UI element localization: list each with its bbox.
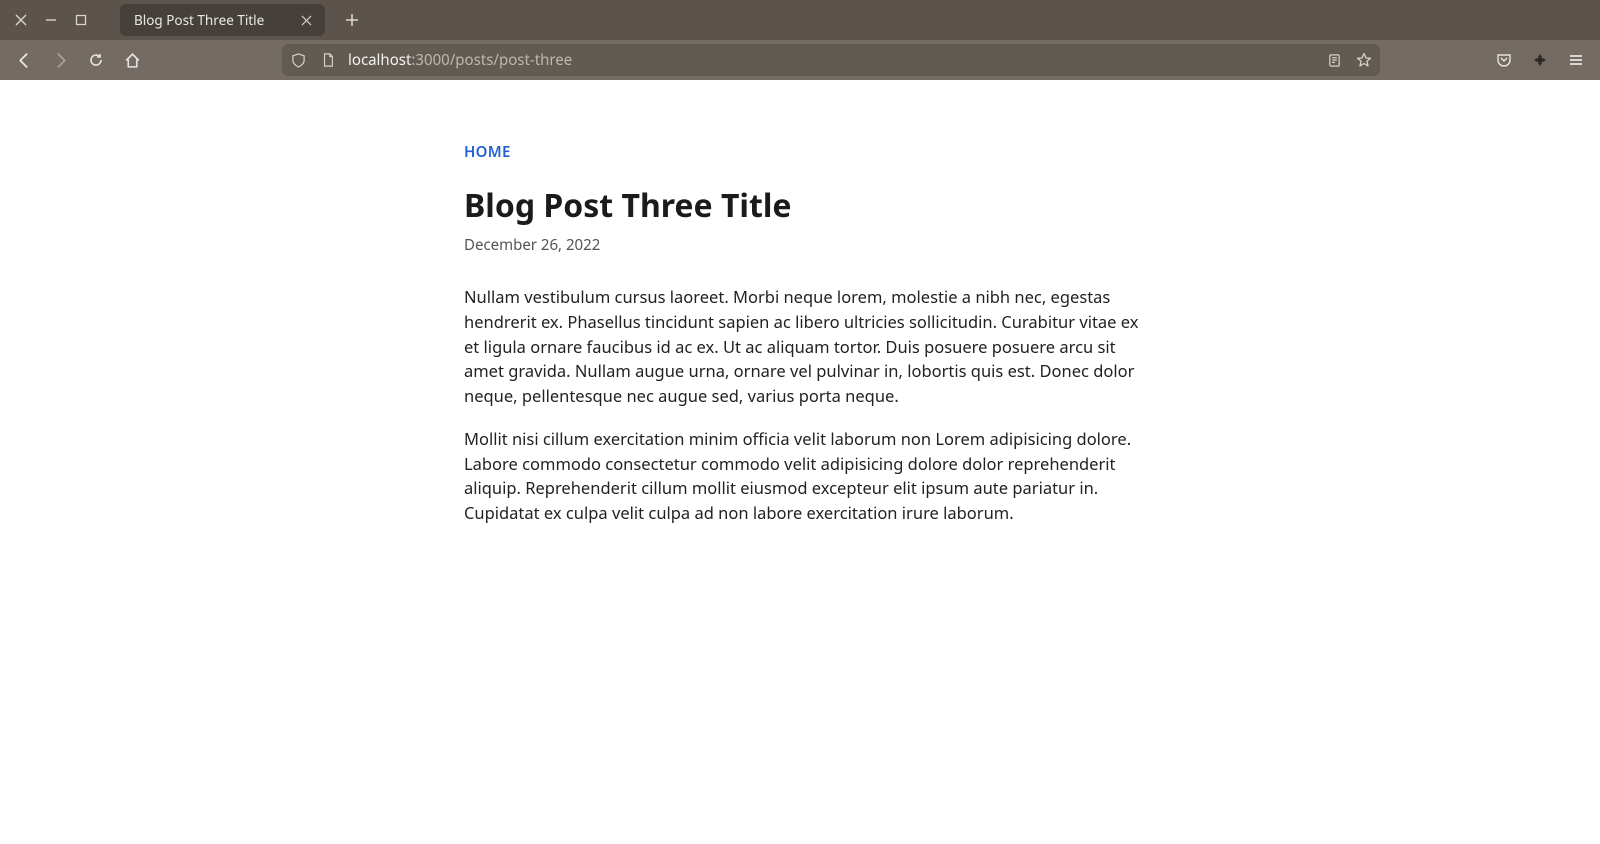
post-paragraph: Mollit nisi cillum exercitation minim of… bbox=[464, 427, 1144, 526]
shield-icon bbox=[288, 53, 308, 68]
url-host: localhost bbox=[348, 50, 411, 70]
toolbar-right-cluster bbox=[1488, 44, 1592, 76]
post-body: Nullam vestibulum cursus laoreet. Morbi … bbox=[464, 285, 1144, 526]
nav-forward-button[interactable] bbox=[44, 44, 76, 76]
app-menu-button[interactable] bbox=[1560, 44, 1592, 76]
bookmark-star-icon[interactable] bbox=[1354, 52, 1374, 68]
browser-toolbar: localhost:3000/posts/post-three bbox=[0, 40, 1600, 80]
url-path: :3000/posts/post-three bbox=[411, 50, 572, 70]
url-text: localhost:3000/posts/post-three bbox=[348, 50, 1314, 70]
url-bar[interactable]: localhost:3000/posts/post-three bbox=[282, 44, 1380, 76]
window-minimize-button[interactable] bbox=[38, 7, 64, 33]
post-paragraph: Nullam vestibulum cursus laoreet. Morbi … bbox=[464, 285, 1144, 409]
window-titlebar: Blog Post Three Title bbox=[0, 0, 1600, 40]
new-tab-button[interactable] bbox=[337, 5, 367, 35]
tab-close-button[interactable] bbox=[297, 11, 315, 29]
extension-icon[interactable] bbox=[1524, 44, 1556, 76]
window-controls bbox=[8, 7, 94, 33]
save-to-pocket-icon[interactable] bbox=[1488, 44, 1520, 76]
blog-post-article: HOME Blog Post Three Title December 26, … bbox=[464, 80, 1144, 526]
reader-mode-icon[interactable] bbox=[1324, 53, 1344, 68]
nav-reload-button[interactable] bbox=[80, 44, 112, 76]
page-viewport[interactable]: HOME Blog Post Three Title December 26, … bbox=[0, 80, 1600, 844]
window-maximize-button[interactable] bbox=[68, 7, 94, 33]
post-date: December 26, 2022 bbox=[464, 235, 1144, 255]
tab-title: Blog Post Three Title bbox=[134, 11, 264, 29]
post-title: Blog Post Three Title bbox=[464, 184, 1144, 227]
page-icon bbox=[318, 53, 338, 67]
browser-tab[interactable]: Blog Post Three Title bbox=[120, 4, 325, 36]
window-close-button[interactable] bbox=[8, 7, 34, 33]
nav-home-button[interactable] bbox=[116, 44, 148, 76]
nav-back-button[interactable] bbox=[8, 44, 40, 76]
home-link[interactable]: HOME bbox=[464, 142, 511, 162]
